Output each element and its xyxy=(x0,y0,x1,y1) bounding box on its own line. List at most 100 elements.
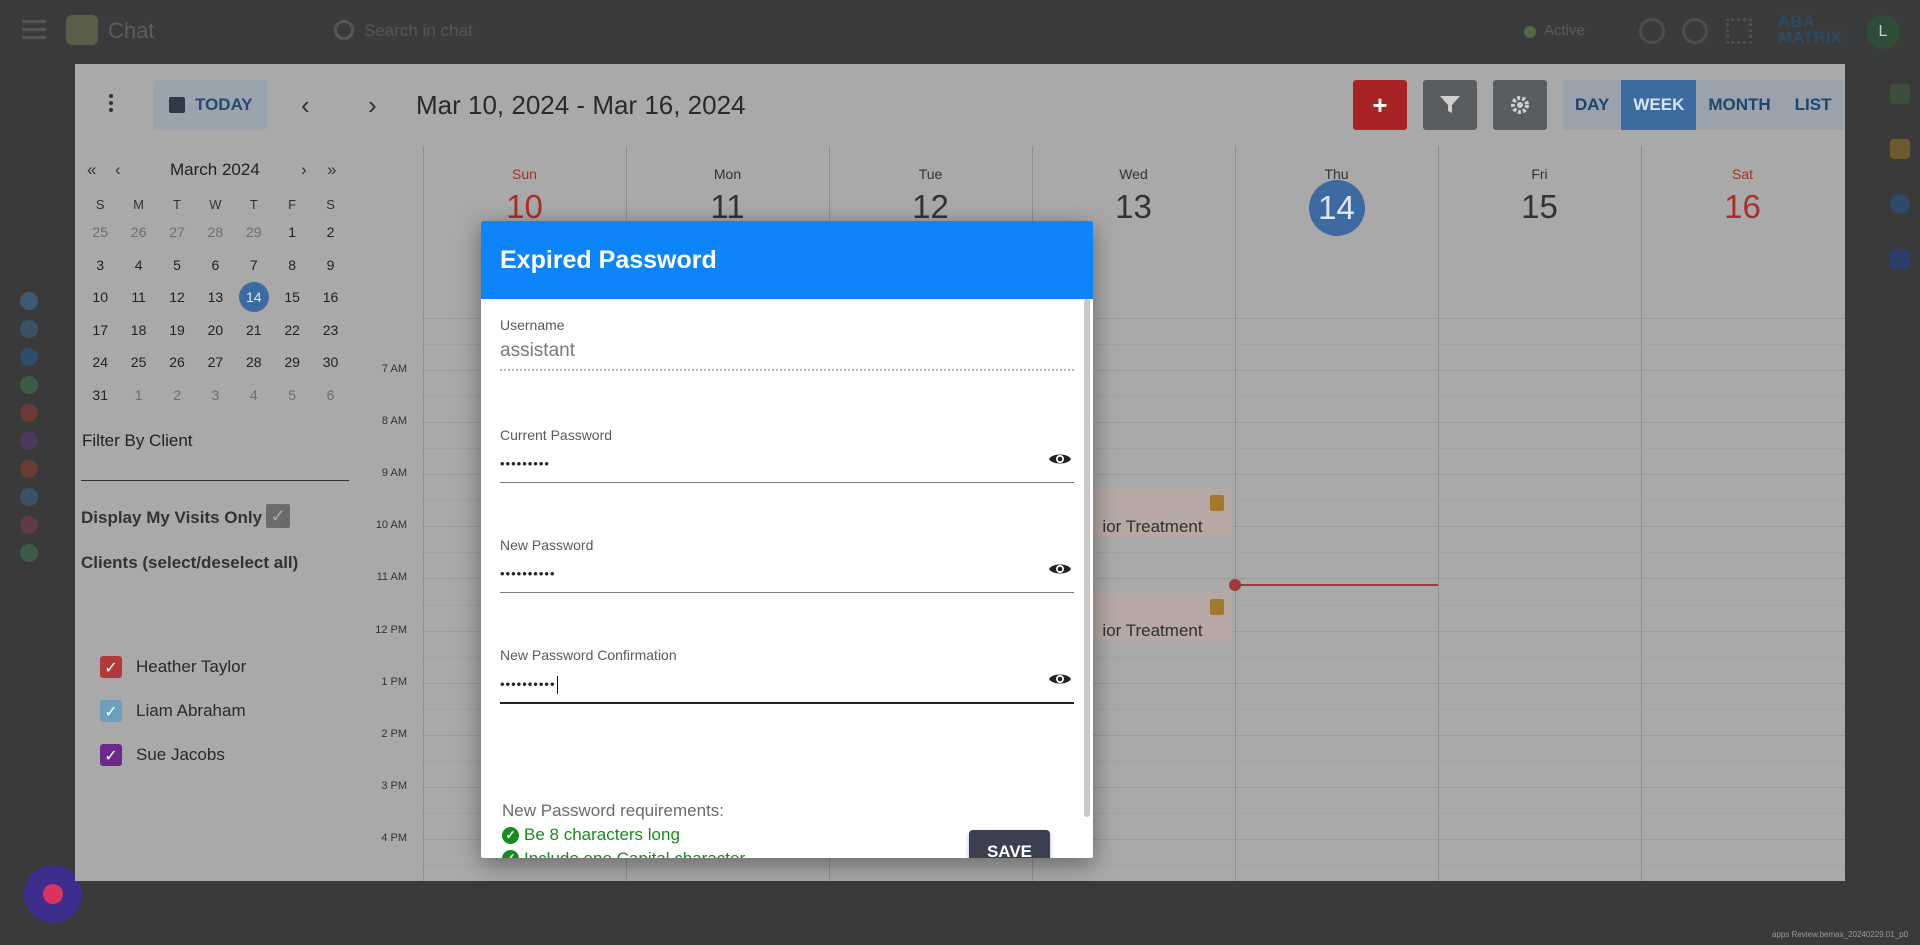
settings-button[interactable] xyxy=(1493,80,1547,130)
tasks-addon-icon[interactable] xyxy=(1890,194,1910,214)
mini-day-cell[interactable]: 25 xyxy=(81,216,119,249)
mini-day-cell[interactable]: 30 xyxy=(311,346,349,379)
mini-day-cell[interactable]: 13 xyxy=(196,281,234,314)
view-day-button[interactable]: DAY xyxy=(1563,80,1621,130)
confirm-password-field[interactable]: New Password Confirmation •••••••••• xyxy=(500,647,1074,704)
dialog-scrollbar[interactable] xyxy=(1084,299,1090,817)
new-password-field[interactable]: New Password •••••••••• xyxy=(500,537,1074,593)
day-header[interactable]: Sun 10 xyxy=(423,146,626,226)
confirm-password-input[interactable]: •••••••••• xyxy=(500,676,1074,694)
space-icon[interactable] xyxy=(20,292,38,310)
mini-day-cell[interactable]: 4 xyxy=(235,379,273,412)
mini-day-cell[interactable]: 3 xyxy=(81,249,119,282)
space-icon[interactable] xyxy=(20,488,38,506)
client-checkbox[interactable]: ✓ xyxy=(100,744,122,766)
day-header[interactable]: Fri 15 xyxy=(1438,146,1641,226)
space-icon[interactable] xyxy=(20,404,38,422)
clients-select-all[interactable]: Clients (select/deselect all) xyxy=(81,553,298,573)
view-month-button[interactable]: MONTH xyxy=(1696,80,1782,130)
space-icon[interactable] xyxy=(20,376,38,394)
status-dropdown[interactable]: Active xyxy=(1544,22,1585,39)
current-password-input[interactable]: ••••••••• xyxy=(500,456,1074,474)
new-password-input[interactable]: •••••••••• xyxy=(500,566,1074,584)
day-header[interactable]: Mon 11 xyxy=(626,146,829,226)
add-event-button[interactable]: + xyxy=(1353,80,1407,130)
calendar-addon-icon[interactable] xyxy=(1890,84,1910,104)
mini-day-cell[interactable]: 2 xyxy=(158,379,196,412)
space-icon[interactable] xyxy=(20,544,38,562)
display-my-visits-checkbox[interactable]: ✓ xyxy=(266,504,290,528)
mini-day-cell[interactable]: 31 xyxy=(81,379,119,412)
client-row[interactable]: ✓ Sue Jacobs xyxy=(100,743,225,767)
prev-week-button[interactable]: ‹ xyxy=(301,92,310,118)
mini-day-cell[interactable]: 8 xyxy=(273,249,311,282)
show-password-eye-icon[interactable] xyxy=(1048,451,1072,467)
mini-day-cell[interactable]: 1 xyxy=(273,216,311,249)
mini-day-cell[interactable]: 3 xyxy=(196,379,234,412)
search-icon[interactable] xyxy=(334,20,354,40)
client-checkbox[interactable]: ✓ xyxy=(100,700,122,722)
mini-day-cell[interactable]: 11 xyxy=(119,281,157,314)
day-header[interactable]: Thu 14 xyxy=(1235,146,1438,236)
prev-month-button[interactable]: ‹ xyxy=(115,160,121,180)
mini-day-cell[interactable]: 7 xyxy=(235,249,273,282)
more-options-icon[interactable] xyxy=(109,94,115,115)
mini-day-cell[interactable]: 26 xyxy=(119,216,157,249)
client-checkbox[interactable]: ✓ xyxy=(100,656,122,678)
filter-by-client-field[interactable]: Filter By Client xyxy=(82,431,193,451)
mini-day-cell[interactable]: 9 xyxy=(311,249,349,282)
show-password-eye-icon[interactable] xyxy=(1048,561,1072,577)
mini-day-cell[interactable]: 28 xyxy=(196,216,234,249)
mini-day-cell[interactable]: 20 xyxy=(196,314,234,347)
mini-day-cell[interactable]: 26 xyxy=(158,346,196,379)
view-week-button[interactable]: WEEK xyxy=(1621,80,1697,130)
mini-day-cell[interactable]: 16 xyxy=(311,281,349,314)
day-header[interactable]: Tue 12 xyxy=(829,146,1032,226)
next-year-button[interactable]: » xyxy=(327,160,336,180)
mini-day-cell[interactable]: 23 xyxy=(311,314,349,347)
space-icon[interactable] xyxy=(20,516,38,534)
mini-day-cell[interactable]: 10 xyxy=(81,281,119,314)
mini-day-cell[interactable]: 24 xyxy=(81,346,119,379)
apps-grid-icon[interactable] xyxy=(1726,18,1752,44)
save-button[interactable]: SAVE xyxy=(969,830,1050,858)
mini-day-cell[interactable]: 29 xyxy=(273,346,311,379)
mini-day-cell[interactable]: 28 xyxy=(235,346,273,379)
space-icon[interactable] xyxy=(20,348,38,366)
next-month-button[interactable]: › xyxy=(301,160,307,180)
record-button[interactable] xyxy=(24,865,82,923)
day-header[interactable]: Sat 16 xyxy=(1641,146,1844,226)
space-icon[interactable] xyxy=(20,460,38,478)
mini-day-cell[interactable]: 22 xyxy=(273,314,311,347)
space-icon[interactable] xyxy=(20,432,38,450)
mini-day-cell[interactable]: 21 xyxy=(235,314,273,347)
mini-day-cell[interactable]: 17 xyxy=(81,314,119,347)
filter-button[interactable] xyxy=(1423,80,1477,130)
search-input[interactable]: Search in chat xyxy=(364,21,473,41)
mini-day-cell[interactable]: 2 xyxy=(311,216,349,249)
mini-day-cell[interactable]: 19 xyxy=(158,314,196,347)
mini-day-cell[interactable]: 27 xyxy=(196,346,234,379)
mini-day-cell[interactable]: 4 xyxy=(119,249,157,282)
mini-day-cell[interactable]: 14 xyxy=(235,281,273,314)
client-row[interactable]: ✓ Liam Abraham xyxy=(100,699,246,723)
contacts-addon-icon[interactable] xyxy=(1890,249,1910,269)
day-header[interactable]: Wed 13 xyxy=(1032,146,1235,226)
show-password-eye-icon[interactable] xyxy=(1048,671,1072,687)
settings-gear-icon[interactable] xyxy=(1682,18,1708,44)
mini-day-cell[interactable]: 6 xyxy=(196,249,234,282)
next-week-button[interactable]: › xyxy=(368,92,377,118)
mini-day-cell[interactable]: 5 xyxy=(158,249,196,282)
prev-year-button[interactable]: « xyxy=(87,160,96,180)
keep-addon-icon[interactable] xyxy=(1890,139,1910,159)
mini-day-cell[interactable]: 25 xyxy=(119,346,157,379)
client-row[interactable]: ✓ Heather Taylor xyxy=(100,655,246,679)
current-password-field[interactable]: Current Password ••••••••• xyxy=(500,427,1074,483)
space-icon[interactable] xyxy=(20,320,38,338)
main-menu-icon[interactable] xyxy=(22,20,46,40)
mini-day-cell[interactable]: 15 xyxy=(273,281,311,314)
mini-day-cell[interactable]: 5 xyxy=(273,379,311,412)
mini-day-cell[interactable]: 29 xyxy=(235,216,273,249)
today-button[interactable]: TODAY xyxy=(153,80,267,130)
avatar[interactable]: L xyxy=(1866,15,1900,49)
